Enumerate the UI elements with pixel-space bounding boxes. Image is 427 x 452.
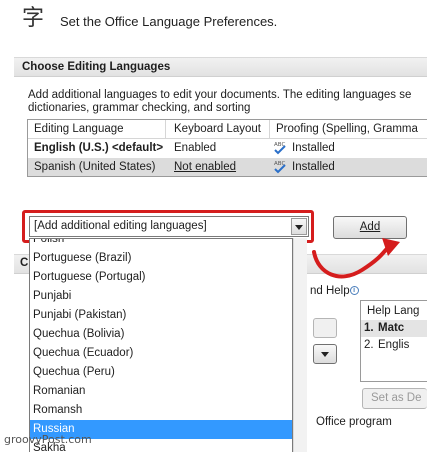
list-item[interactable]: Punjabi — [30, 287, 292, 306]
editing-description: Add additional languages to edit your do… — [28, 89, 412, 114]
row-proofing: Installed — [292, 161, 335, 173]
row-proofing: Installed — [292, 142, 335, 154]
office-program-label: Office program — [316, 416, 392, 428]
language-icon: 字 — [22, 6, 45, 31]
list-item-number: 2. — [364, 339, 374, 351]
list-item[interactable]: 2. Englis — [361, 337, 427, 354]
list-item[interactable]: Portuguese (Brazil) — [30, 249, 292, 268]
table-row[interactable]: Spanish (United States) Not enabled ABC … — [28, 158, 427, 176]
section-title-partial: C — [20, 257, 29, 269]
table-header: Editing Language Keyboard Layout Proofin… — [28, 120, 427, 139]
row-language: Spanish (United States) — [34, 161, 156, 173]
spellcheck-icon: ABC — [274, 142, 286, 155]
annotation-arrow — [312, 238, 400, 279]
set-as-default-button[interactable]: Set as De — [362, 388, 427, 409]
list-item-label: Matc — [378, 322, 405, 334]
table-row[interactable]: English (U.S.) <default> Enabled ABC Ins… — [28, 139, 427, 158]
list-item[interactable]: Quechua (Ecuador) — [30, 344, 292, 363]
list-item[interactable]: Punjabi (Pakistan) — [30, 306, 292, 325]
move-down-button[interactable] — [313, 344, 337, 364]
list-item-number: 1. — [364, 322, 374, 334]
list-item[interactable]: 1. Matc — [361, 320, 427, 337]
list-item[interactable]: Quechua (Bolivia) — [30, 325, 292, 344]
watermark-text: groovyPost.com — [4, 433, 92, 446]
list-item[interactable]: Quechua (Peru) — [30, 363, 292, 382]
section-title-editing: Choose Editing Languages — [22, 61, 171, 73]
move-up-button[interactable] — [313, 318, 337, 338]
help-list-header: Help Lang — [367, 305, 420, 317]
list-item[interactable]: Romansh — [30, 401, 292, 420]
spellcheck-icon: ABC — [274, 161, 286, 174]
help-languages-list[interactable]: Help Lang 1. Matc 2. Englis — [360, 300, 427, 382]
list-item[interactable]: Romanian — [30, 382, 292, 401]
chevron-down-icon — [321, 352, 329, 357]
language-dropdown-list[interactable]: Polish Portuguese (Brazil) Portuguese (P… — [29, 238, 293, 452]
column-header-keyboard[interactable]: Keyboard Layout — [174, 123, 261, 135]
editing-languages-table[interactable]: Editing Language Keyboard Layout Proofin… — [27, 119, 427, 177]
column-header-language[interactable]: Editing Language — [34, 123, 124, 135]
list-item[interactable]: Portuguese (Portugal) — [30, 268, 292, 287]
page-title: Set the Office Language Preferences. — [60, 14, 278, 29]
dropdown-scrollbar[interactable] — [293, 238, 307, 452]
row-keyboard-link[interactable]: Not enabled — [174, 161, 236, 173]
row-language: English (U.S.) <default> — [34, 142, 164, 154]
list-item-label: Englis — [378, 339, 410, 351]
column-header-proofing[interactable]: Proofing (Spelling, Gramma — [276, 123, 418, 135]
row-keyboard: Enabled — [174, 142, 217, 154]
list-item[interactable]: Polish — [30, 239, 292, 249]
